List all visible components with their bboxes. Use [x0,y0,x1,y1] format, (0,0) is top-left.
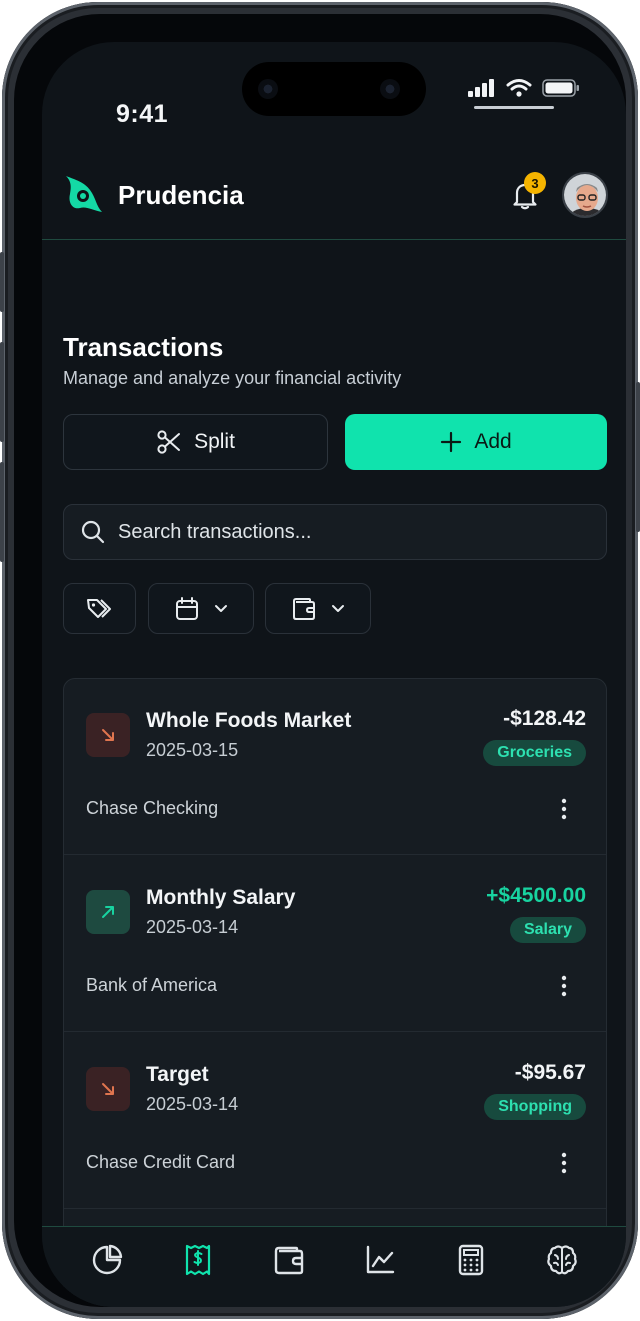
transaction-list: Whole Foods Market 2025-03-15 -$128.42 G… [63,678,607,1307]
transaction-amount: -$95.67 [514,1061,586,1084]
mute-switch [0,252,4,312]
wallet-icon [293,597,315,620]
account-filter-dropdown[interactable] [265,583,371,634]
arrow-down-right-icon [102,729,114,741]
search-icon [81,520,105,544]
calculator-icon[interactable] [454,1243,488,1277]
transaction-row[interactable]: Whole Foods Market 2025-03-15 -$128.42 G… [64,679,606,855]
category-badge[interactable]: Salary [509,917,586,943]
transaction-row[interactable]: Monthly Salary 2025-03-14 +$4500.00 Sala… [64,856,606,1032]
more-vertical-icon[interactable] [554,797,574,821]
receipt-icon[interactable] [181,1243,215,1277]
transaction-account: Chase Credit Card [86,1152,236,1172]
tags-icon [86,598,111,618]
category-badge[interactable]: Shopping [484,1094,586,1120]
transaction-name: Target [146,1063,209,1086]
transaction-date: 2025-03-14 [146,917,239,937]
notification-badge: 3 [524,172,546,194]
transaction-amount: -$128.42 [503,707,586,730]
transaction-name: Whole Foods Market [146,709,352,732]
phone-frame: 9:41 Prudencia 3 Transactions Manage and… [0,2,640,1319]
brand-name: Prudencia [118,180,244,210]
transaction-account: Chase Checking [86,798,219,818]
phone-bezel: 9:41 Prudencia 3 Transactions Manage and… [14,14,626,1307]
volume-down-button [0,462,4,562]
chevron-down-icon [215,604,227,612]
transaction-date: 2025-03-14 [146,1094,239,1114]
category-badge[interactable]: Groceries [483,740,586,766]
wallet-icon[interactable] [272,1243,306,1277]
arrow-up-right-icon [102,906,114,918]
app-header: Prudencia 3 [42,162,626,240]
brain-icon[interactable] [545,1243,579,1277]
add-transaction-button[interactable]: Add [345,414,607,470]
split-label: Split [194,430,235,453]
scissors-icon [157,430,181,454]
tag-filter-button[interactable] [63,583,136,634]
line-chart-icon[interactable] [363,1243,397,1277]
chevron-down-icon [332,604,344,612]
more-vertical-icon[interactable] [554,974,574,998]
arrow-down-right-icon [102,1083,114,1095]
page-subtitle: Manage and analyze your financial activi… [63,368,402,388]
status-time: 9:41 [116,100,169,128]
transaction-date: 2025-03-15 [146,740,239,760]
pie-chart-icon[interactable] [90,1243,124,1277]
dynamic-island [242,62,426,116]
avatar-image [564,174,606,216]
split-button[interactable]: Split [63,414,328,470]
battery-icon [542,79,579,97]
transaction-row[interactable]: Target 2025-03-14 -$95.67 Shopping Chase… [64,1033,606,1209]
screen: 9:41 Prudencia 3 Transactions Manage and… [42,42,626,1307]
calendar-icon [176,596,198,620]
transaction-account: Bank of America [86,975,218,995]
volume-up-button [0,342,4,442]
add-label: Add [474,430,512,453]
status-underline [474,106,554,109]
wifi-icon [506,79,532,97]
camera-lens [380,79,400,99]
plus-icon [441,431,462,453]
transaction-name: Monthly Salary [146,886,296,909]
search-placeholder: Search transactions... [118,520,312,543]
status-icons [468,78,580,98]
search-input[interactable]: Search transactions... [63,504,607,560]
bottom-nav [42,1226,626,1307]
user-avatar[interactable] [562,172,608,218]
more-vertical-icon[interactable] [554,1151,574,1175]
expense-indicator [86,713,130,757]
power-button [636,382,640,532]
camera-sensor [258,79,278,99]
date-filter-dropdown[interactable] [148,583,254,634]
expense-indicator [86,1067,130,1111]
transaction-amount: +$4500.00 [486,884,586,907]
prudencia-logo-icon[interactable] [62,170,110,218]
page-title: Transactions [63,332,224,362]
income-indicator [86,890,130,934]
signal-icon [468,79,494,97]
